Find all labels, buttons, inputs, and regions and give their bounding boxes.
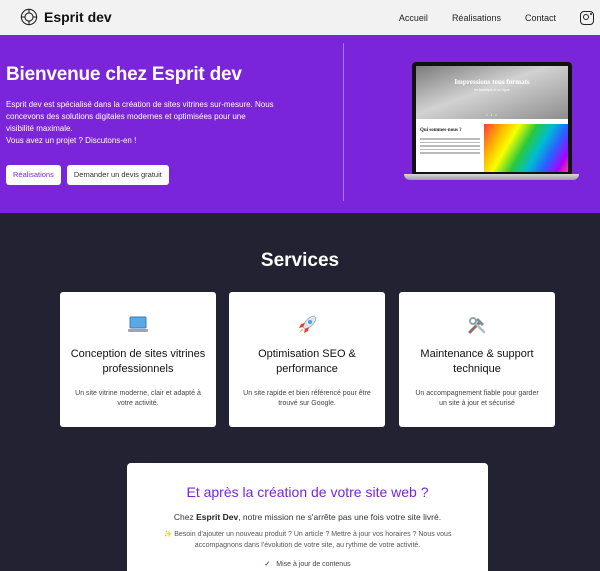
laptop-mockup: Impressions tous formats en boutique et … <box>404 62 579 180</box>
hero-divider <box>343 43 344 201</box>
after-mission-brand: Esprit Dev <box>196 512 239 522</box>
hero-description: Esprit dev est spécialisé dans la créati… <box>6 99 316 147</box>
mockup-subtitle: en boutique et en ligne <box>474 88 510 92</box>
site-header: Esprit dev Accueil Réalisations Contact <box>0 0 600 35</box>
after-title: Et après la création de votre site web ? <box>186 484 429 500</box>
nav-accueil[interactable]: Accueil <box>399 13 428 23</box>
brand-name: Esprit dev <box>44 9 112 25</box>
hero-desc-line: Vous avez un projet ? Discutons-en ! <box>6 136 137 145</box>
mockup-carousel-dots: • • • <box>486 112 498 117</box>
mockup-page: Impressions tous formats en boutique et … <box>416 66 568 172</box>
service-card-maintenance: Maintenance & support technique Un accom… <box>399 292 555 427</box>
check-list-label: Mise à jour de contenus <box>276 561 351 568</box>
mockup-color-palette-image <box>484 124 568 172</box>
rocket-icon <box>229 314 385 336</box>
services-title: Services <box>260 250 340 271</box>
after-mission-text: Chez Esprit Dev, notre mission ne s'arrê… <box>127 512 488 522</box>
quote-request-button[interactable]: Demander un devis gratuit <box>66 165 169 185</box>
realisations-button[interactable]: Réalisations <box>6 165 61 185</box>
brand-logo[interactable]: Esprit dev <box>20 8 112 26</box>
after-mission-prefix: Chez <box>173 512 197 522</box>
service-card-desc: Un site rapide et bien référencé pour êt… <box>243 390 371 407</box>
service-card-seo: Optimisation SEO & performance Un site r… <box>229 292 385 427</box>
hero-desc-line: visibilité maximale. <box>6 124 73 133</box>
hero-section: Bienvenue chez Esprit dev Esprit dev est… <box>0 35 600 213</box>
checkmark-icon: ✓ <box>264 561 271 568</box>
after-support-text: ✨ Besoin d'ajouter un nouveau produit ? … <box>163 531 452 549</box>
laptop-screen: Impressions tous formats en boutique et … <box>412 62 572 176</box>
nav-realisations[interactable]: Réalisations <box>452 13 501 23</box>
hero-buttons: Réalisations Demander un devis gratuit <box>6 165 175 185</box>
service-card-title: Maintenance & support technique <box>420 348 534 375</box>
nav-contact[interactable]: Contact <box>525 13 556 23</box>
laptop-base <box>404 174 579 180</box>
service-card-title: Optimisation SEO & performance <box>258 348 356 375</box>
tools-icon <box>399 314 555 336</box>
after-mission-suffix: , notre mission ne s'arrête pas une fois… <box>238 512 442 522</box>
service-card-desc: Un site vitrine moderne, clair et adapté… <box>75 390 201 407</box>
laptop-icon <box>60 314 216 336</box>
mockup-section-title: Qui sommes-nous ? <box>420 128 462 133</box>
instagram-icon[interactable] <box>580 10 594 25</box>
logo-icon <box>20 8 38 26</box>
service-card-desc: Un accompagnement fiable pour garder un … <box>415 390 539 407</box>
hero-desc-line: Esprit dev est spécialisé dans la créati… <box>6 100 274 109</box>
check-list-item: ✓ Mise à jour de contenus <box>127 560 488 568</box>
hero-title: Bienvenue chez Esprit dev <box>6 64 242 85</box>
service-card-title: Conception de sites vitrines professionn… <box>70 348 206 375</box>
service-card-conception: Conception de sites vitrines professionn… <box>60 292 216 427</box>
after-creation-section: Et après la création de votre site web ?… <box>127 463 488 571</box>
main-nav: Accueil Réalisations Contact <box>399 0 600 35</box>
mockup-text-lines <box>420 138 480 156</box>
mockup-title: Impressions tous formats <box>454 78 530 86</box>
hero-desc-line: concevons des solutions digitales modern… <box>6 112 246 121</box>
